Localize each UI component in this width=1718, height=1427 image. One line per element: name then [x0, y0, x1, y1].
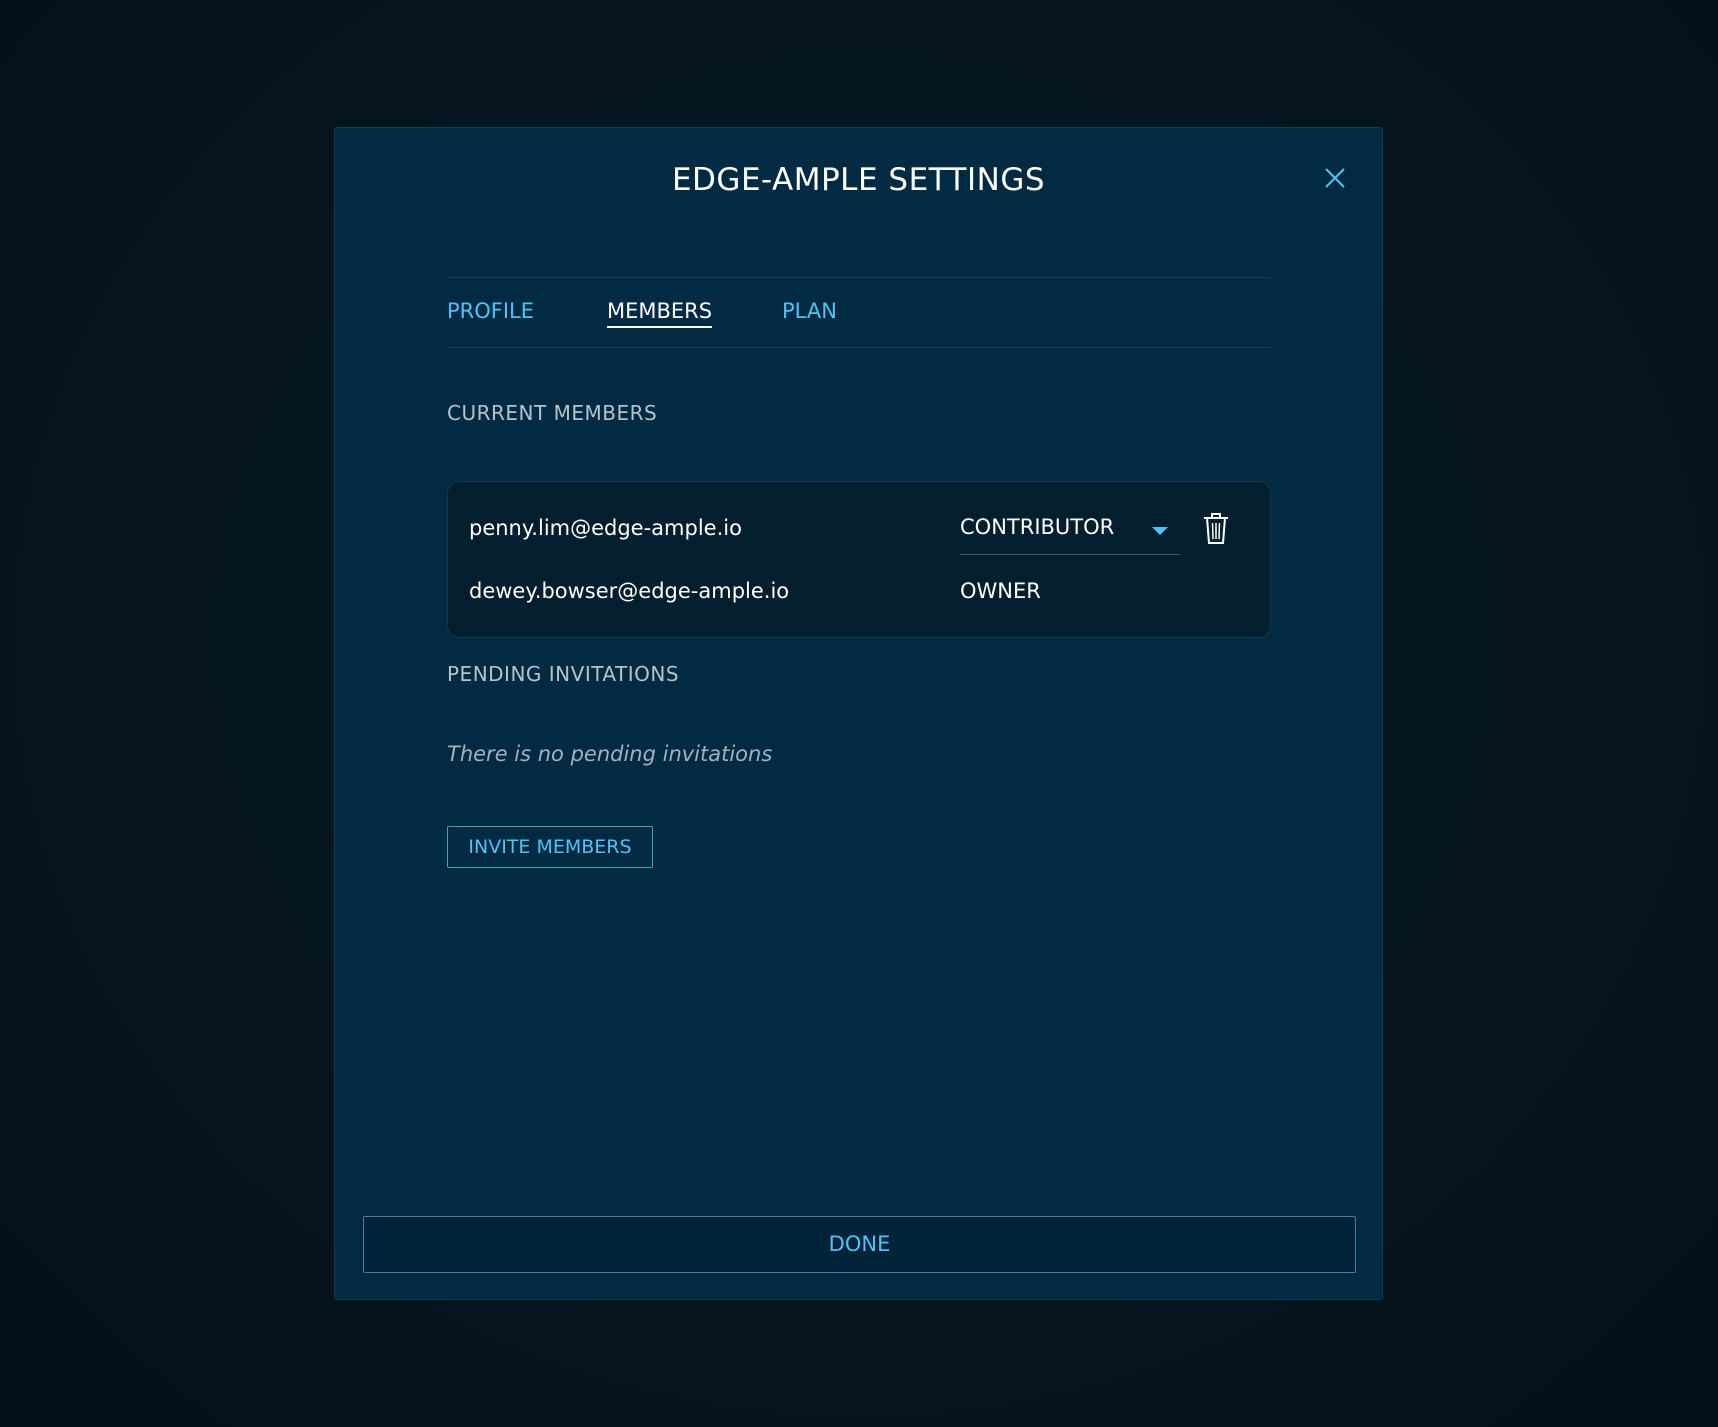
tab-plan[interactable]: PLAN	[782, 299, 837, 326]
chevron-down-icon	[1152, 527, 1168, 535]
member-email: penny.lim@edge-ample.io	[469, 516, 742, 540]
member-email: dewey.bowser@edge-ample.io	[469, 579, 790, 603]
settings-modal: EDGE-AMPLE SETTINGS PROFILE MEMBERS PLAN…	[334, 127, 1383, 1300]
close-button[interactable]	[1320, 163, 1350, 193]
modal-title: EDGE-AMPLE SETTINGS	[671, 162, 1046, 198]
tab-profile[interactable]: PROFILE	[447, 299, 534, 326]
invite-members-button[interactable]: INVITE MEMBERS	[447, 826, 653, 868]
pending-invitations-heading: PENDING INVITATIONS	[447, 662, 680, 686]
done-button[interactable]: DONE	[363, 1216, 1356, 1273]
trash-icon	[1204, 513, 1228, 544]
tab-members[interactable]: MEMBERS	[607, 299, 713, 328]
remove-member-button[interactable]	[1201, 512, 1231, 546]
member-role: OWNER	[960, 579, 1041, 603]
role-dropdown-value: CONTRIBUTOR	[960, 515, 1115, 539]
tab-bar: PROFILE MEMBERS PLAN	[447, 277, 1271, 348]
empty-invitations-text: There is no pending invitations	[447, 742, 773, 766]
close-icon	[1325, 168, 1345, 188]
role-dropdown[interactable]: CONTRIBUTOR	[960, 512, 1180, 555]
current-members-heading: CURRENT MEMBERS	[447, 401, 658, 425]
members-list: penny.lim@edge-ample.io CONTRIBUTOR dewe…	[447, 481, 1271, 638]
